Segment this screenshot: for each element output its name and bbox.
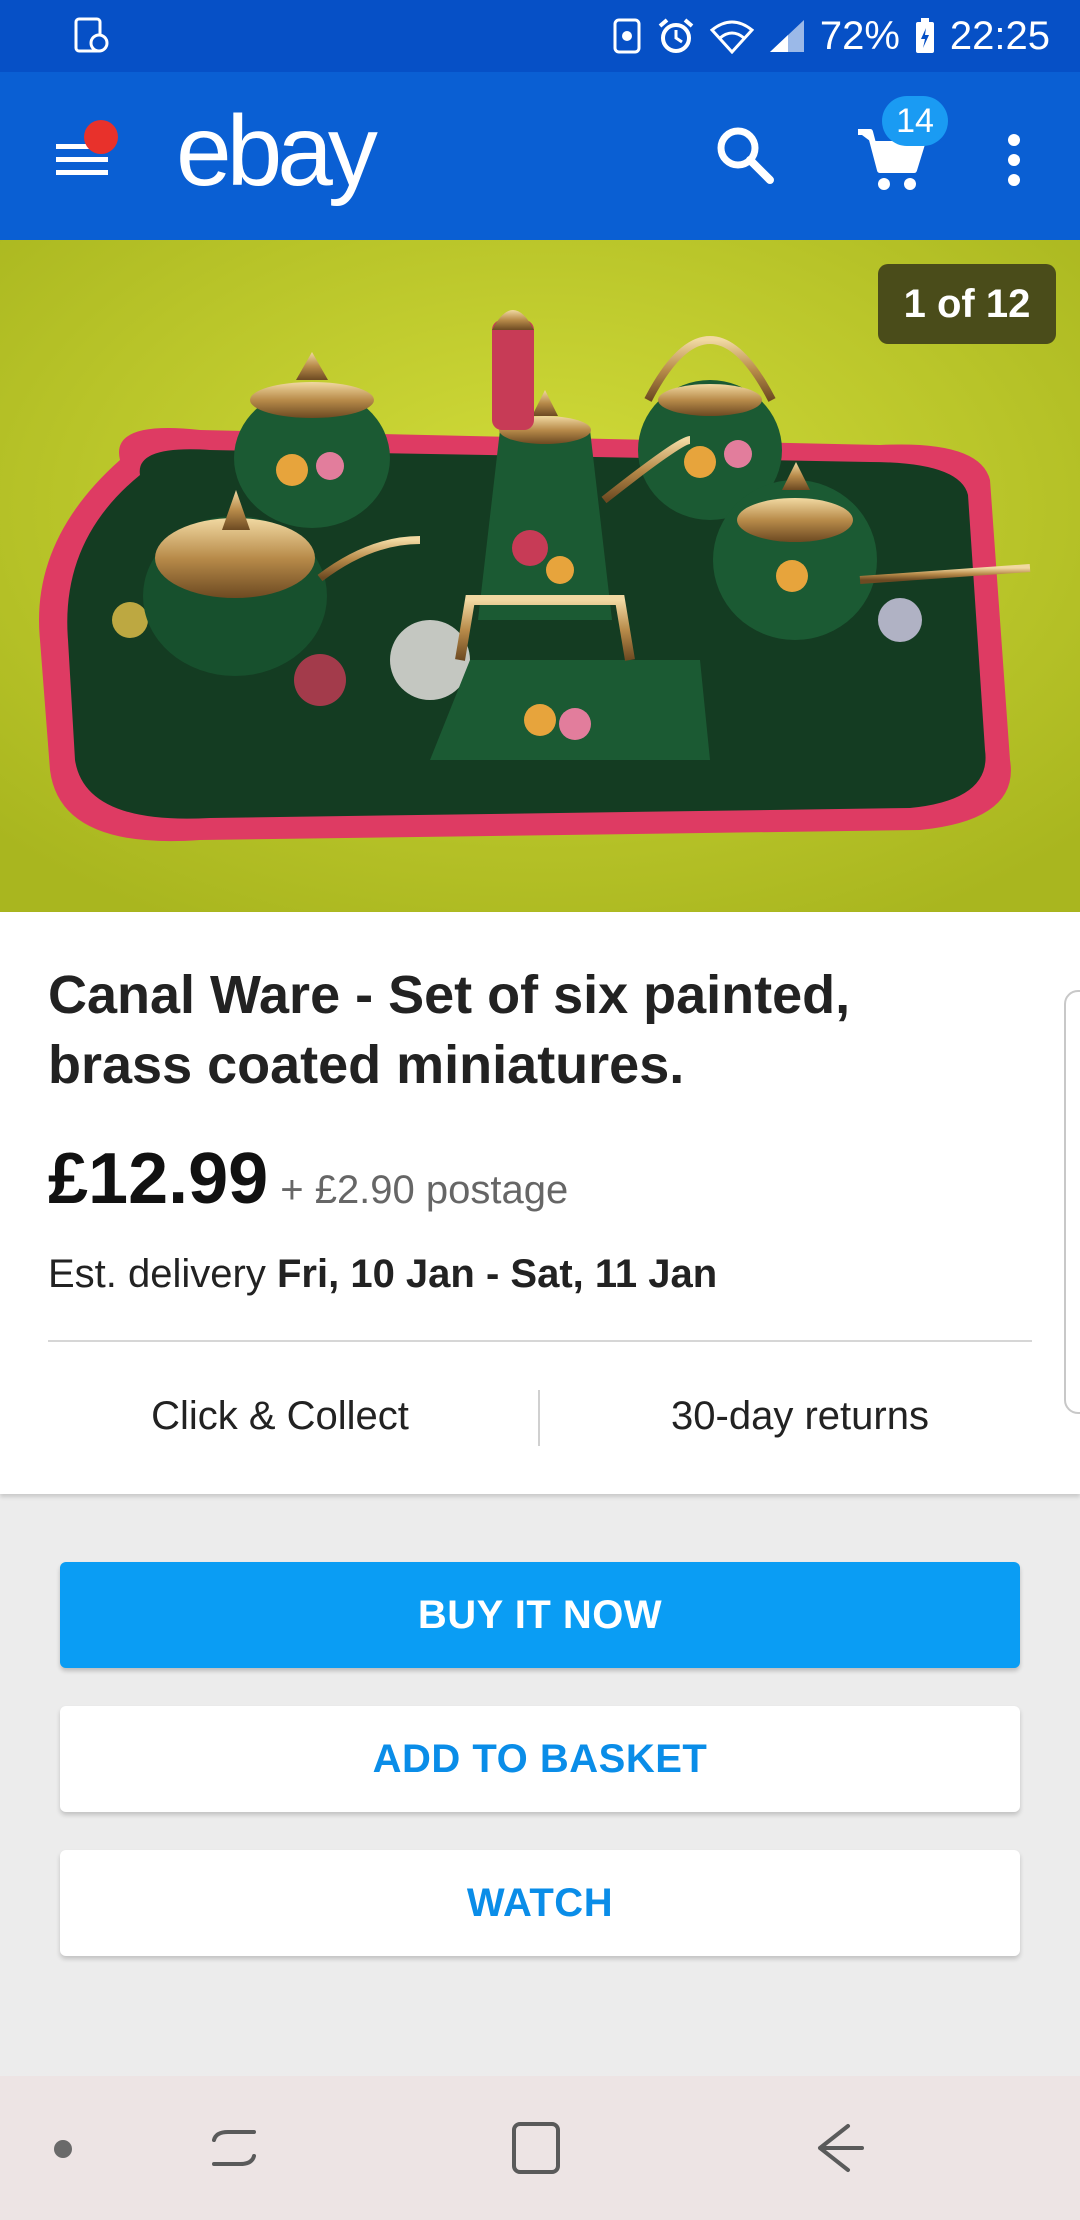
home-icon[interactable] [506,2116,566,2180]
watch-button[interactable]: WATCH [60,1850,1020,1956]
nav-dot-icon[interactable] [54,2140,72,2158]
returns-policy[interactable]: 30-day returns [530,1394,1070,1439]
delivery-label: Est. delivery [48,1252,266,1296]
listing-title: Canal Ware - Set of six painted, brass c… [48,965,851,1095]
divider [48,1340,1032,1342]
ebay-logo[interactable]: ebay [176,94,378,209]
status-bar: 72% 22:25 [0,0,1080,72]
back-icon[interactable] [808,2118,868,2178]
add-to-basket-button[interactable]: ADD TO BASKET [60,1706,1020,1812]
cart-count-badge: 14 [882,96,948,146]
status-indicators: 72% 22:25 [612,0,1050,72]
clock: 22:25 [949,13,1050,58]
wifi-icon [709,20,754,54]
data-saver-icon [613,18,641,54]
search-icon[interactable] [708,118,780,190]
recents-icon[interactable] [204,2118,264,2178]
buy-it-now-button[interactable]: BUY IT NOW [60,1562,1020,1668]
side-peek-card[interactable] [1064,990,1080,1414]
click-and-collect[interactable]: Click & Collect [10,1394,550,1439]
delivery-dates: Fri, 10 Jan - Sat, 11 Jan [276,1252,718,1296]
alarm-icon [658,18,694,53]
system-nav-bar [0,2076,1080,2220]
screenshot-icon [74,17,109,53]
signal-icon [769,20,804,52]
price-row: £12.99 + £2.90 postage [48,1138,568,1220]
notification-dot [84,120,118,154]
price: £12.99 [48,1139,269,1219]
battery-icon [915,18,934,53]
image-counter: 1 of 12 [878,264,1056,344]
estimated-delivery: Est. delivery Fri, 10 Jan - Sat, 11 Jan [48,1252,717,1297]
listing-info-card: Canal Ware - Set of six painted, brass c… [0,912,1080,1494]
app-bar: ebay 14 [0,72,1080,240]
postage-cost: + £2.90 postage [280,1168,569,1212]
overflow-menu-icon[interactable] [996,124,1032,196]
battery-percent: 72% [819,13,900,58]
